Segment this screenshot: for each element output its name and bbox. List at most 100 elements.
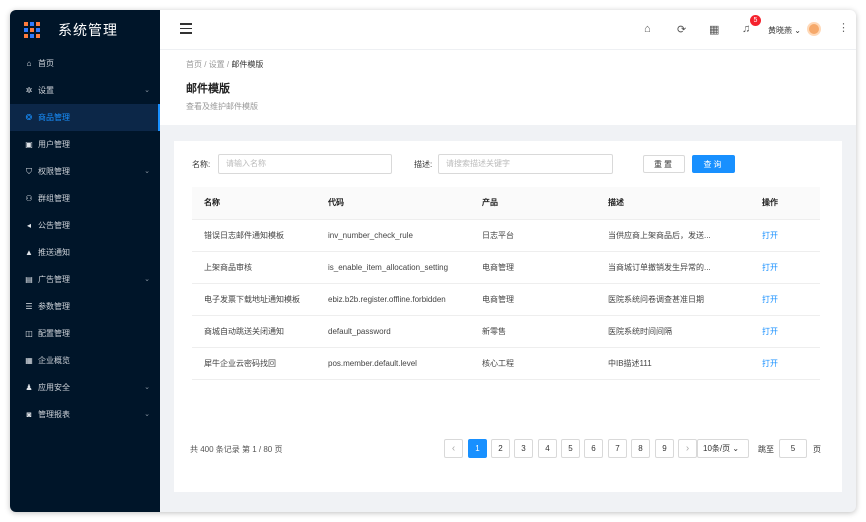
sidebar-item-home[interactable]: ⌂ 首页: [10, 50, 160, 77]
page-button-2[interactable]: 2: [491, 439, 510, 458]
breadcrumb-settings[interactable]: 设置: [209, 60, 225, 69]
home-icon[interactable]: ⌂: [644, 23, 651, 35]
sidebar-item-settings[interactable]: ✲ 设置 ⌄: [10, 77, 160, 104]
cell-description: 医院系统问卷调查甚准日期: [596, 283, 750, 316]
column-header-product[interactable]: 产品: [470, 187, 596, 220]
sidebar-item-ads[interactable]: ▤ 广告管理 ⌄: [10, 266, 160, 293]
sidebar-item-label: 企业概览: [38, 356, 70, 365]
sidebar-item-permissions[interactable]: ⛉ 权限管理 ⌄: [10, 158, 160, 185]
page-button-4[interactable]: 4: [538, 439, 557, 458]
cell-name: 犀牛企业云密码找回: [192, 347, 316, 380]
user-menu[interactable]: 黄晓燕 ⌄: [768, 25, 801, 36]
column-header-description[interactable]: 描述: [596, 187, 750, 220]
user-icon: ▣: [25, 140, 33, 149]
page-button-7[interactable]: 7: [608, 439, 627, 458]
sidebar-item-label: 配置管理: [38, 329, 70, 338]
cell-name: 电子发票下载地址通知模板: [192, 283, 316, 316]
cell-product: 电商管理: [470, 251, 596, 284]
chevron-down-icon: ⌄: [144, 87, 150, 94]
report-icon: ◙: [26, 410, 32, 419]
cell-code: inv_number_check_rule: [316, 219, 470, 252]
sidebar-item-reports[interactable]: ◙ 管理报表 ⌄: [10, 401, 160, 428]
sidebar-item-groups[interactable]: ⚇ 群组管理: [10, 185, 160, 212]
gear-icon: ✲: [25, 86, 33, 95]
cell-description: 医院系统时间间隔: [596, 315, 750, 348]
column-header-code[interactable]: 代码: [316, 187, 470, 220]
image-icon: ▤: [25, 275, 33, 284]
avatar[interactable]: [807, 22, 821, 36]
page-suffix: 页: [813, 445, 821, 454]
cell-code: default_password: [316, 315, 470, 348]
breadcrumb-current: 邮件模版: [231, 60, 264, 69]
refresh-icon[interactable]: ⟳: [677, 23, 686, 36]
templates-table: 名称 代码 产品 描述 操作 错误日志邮件通知模板 inv_number_che…: [192, 187, 820, 380]
sidebar-item-overview[interactable]: ▦ 企业概览: [10, 347, 160, 374]
cell-code: is_enable_item_allocation_setting: [316, 251, 470, 284]
page-button-1[interactable]: 1: [468, 439, 487, 458]
desc-filter-input[interactable]: 请搜索描述关键字: [438, 154, 613, 174]
sidebar-item-label: 参数管理: [38, 302, 70, 311]
cell-description: 中IB描述111: [596, 347, 750, 380]
list-icon: ☰: [25, 302, 33, 311]
sidebar-item-push[interactable]: ▲ 推送通知: [10, 239, 160, 266]
open-link[interactable]: 打开: [750, 283, 820, 316]
cell-code: ebiz.b2b.register.offline.forbidden: [316, 283, 470, 316]
open-link[interactable]: 打开: [750, 251, 820, 284]
sidebar-item-label: 设置: [38, 86, 54, 95]
home-icon: ⌂: [26, 59, 32, 68]
cell-code: pos.member.default.level: [316, 347, 470, 380]
name-filter-input[interactable]: 请输入名称: [218, 154, 392, 174]
open-link[interactable]: 打开: [750, 347, 820, 380]
hamburger-icon[interactable]: [180, 23, 192, 37]
sidebar-item-security[interactable]: ♟ 应用安全 ⌄: [10, 374, 160, 401]
breadcrumb: 首页 / 设置 / 邮件模版: [186, 60, 264, 69]
column-header-name[interactable]: 名称: [192, 187, 316, 220]
query-button[interactable]: 查询: [692, 155, 735, 173]
page-size-select[interactable]: 10条/页 ⌄: [697, 439, 749, 458]
jump-page-input[interactable]: 5: [779, 439, 807, 458]
topbar: ⌂ ⟳ ▦ ♫ 5 黄晓燕 ⌄ ⋮: [160, 10, 856, 50]
sidebar-item-users[interactable]: ▣ 用户管理: [10, 131, 160, 158]
page-button-8[interactable]: 8: [631, 439, 650, 458]
person-icon: ♟: [25, 383, 33, 392]
chevron-down-icon: ⌄: [144, 168, 150, 175]
table-row: 错误日志邮件通知模板 inv_number_check_rule 日志平台 当供…: [192, 219, 820, 252]
sidebar-item-params[interactable]: ☰ 参数管理: [10, 293, 160, 320]
page-title: 邮件模版: [186, 83, 230, 95]
reset-button[interactable]: 重置: [643, 155, 685, 173]
open-link[interactable]: 打开: [750, 219, 820, 252]
next-page-button[interactable]: ›: [678, 439, 697, 458]
sidebar-item-announcements[interactable]: ◂ 公告管理: [10, 212, 160, 239]
breadcrumb-home[interactable]: 首页: [186, 60, 202, 69]
page-header: 首页 / 设置 / 邮件模版 邮件模版 查看及维护邮件模版: [160, 50, 856, 125]
grid-logo-icon: [24, 22, 40, 38]
open-link[interactable]: 打开: [750, 315, 820, 348]
speaker-icon: ◂: [26, 221, 31, 230]
sidebar-item-products[interactable]: ❂ 商品管理: [10, 104, 160, 131]
page-button-9[interactable]: 9: [655, 439, 674, 458]
page-button-3[interactable]: 3: [514, 439, 533, 458]
cell-name: 商城自动跳送关闭通知: [192, 315, 316, 348]
more-icon[interactable]: ⋮: [838, 21, 849, 34]
cell-name: 错误日志邮件通知模板: [192, 219, 316, 252]
bell-icon[interactable]: ♫: [742, 23, 750, 35]
content-card: 名称: 请输入名称 描述: 请搜索描述关键字 重置 查询 名称 代码 产品 描述…: [174, 141, 842, 492]
pagination-total: 共 400 条记录 第 1 / 80 页: [190, 445, 283, 454]
page-button-5[interactable]: 5: [561, 439, 580, 458]
cell-description: 当商城订单撤销发生异常的...: [596, 251, 750, 284]
apps-icon[interactable]: ▦: [709, 23, 719, 36]
prev-page-button[interactable]: ‹: [444, 439, 463, 458]
column-header-action: 操作: [750, 187, 820, 220]
sidebar-item-label: 用户管理: [38, 140, 70, 149]
page-button-6[interactable]: 6: [584, 439, 603, 458]
chevron-down-icon: ⌄: [144, 276, 150, 283]
table-row: 电子发票下载地址通知模板 ebiz.b2b.register.offline.f…: [192, 283, 820, 316]
chevron-down-icon: ⌄: [144, 411, 150, 418]
sidebar-item-label: 推送通知: [38, 248, 70, 257]
sidebar-item-config[interactable]: ◫ 配置管理: [10, 320, 160, 347]
sidebar-item-label: 群组管理: [38, 194, 70, 203]
app-window: 系统管理 ⌂ 首页 ✲ 设置 ⌄ ❂ 商品管理 ▣ 用户管理 ⛉ 权限管理 ⌄ …: [10, 10, 856, 512]
shield-icon: ⛉: [26, 166, 32, 176]
name-filter-label: 名称:: [192, 160, 211, 169]
jump-label: 跳至: [758, 445, 774, 454]
